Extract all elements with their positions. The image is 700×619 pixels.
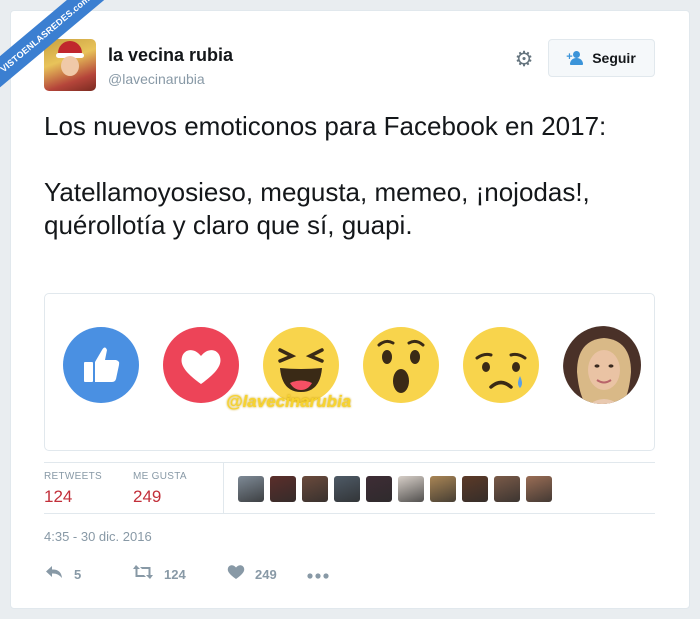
tweet-text-line-1: Los nuevos emoticonos para Facebook en 2…	[44, 111, 607, 141]
like-icon	[62, 326, 140, 404]
sad-icon	[462, 326, 540, 404]
retweet-count: 124	[164, 566, 186, 582]
wow-icon	[362, 326, 440, 404]
follow-button[interactable]: + Seguir	[548, 39, 655, 77]
tweet-actions: 5 124 249	[44, 564, 329, 584]
retweets-label: RETWEETS	[44, 471, 102, 482]
liker-avatar[interactable]	[366, 476, 392, 502]
tweet-text: Los nuevos emoticonos para Facebook en 2…	[44, 110, 664, 242]
tweet-stats: RETWEETS 124 ME GUSTA 249	[44, 462, 655, 514]
likes-stat[interactable]: ME GUSTA 249	[133, 471, 187, 507]
tweet-text-line-2: Yatellamoyosieso, megusta, memeo, ¡nojod…	[44, 177, 590, 240]
liker-avatar[interactable]	[430, 476, 456, 502]
liker-avatars	[238, 476, 552, 502]
gear-icon[interactable]: ⚙	[513, 49, 535, 71]
liker-avatar[interactable]	[526, 476, 552, 502]
tweet-timestamp[interactable]: 4:35 - 30 dic. 2016	[44, 529, 152, 544]
stats-divider	[223, 463, 224, 513]
add-user-icon: +	[566, 51, 585, 65]
tweet-media[interactable]: @lavecinarubia	[44, 293, 655, 451]
liker-avatar[interactable]	[398, 476, 424, 502]
likes-count: 249	[133, 487, 162, 506]
retweets-stat[interactable]: RETWEETS 124	[44, 471, 102, 507]
likes-label: ME GUSTA	[133, 471, 187, 482]
liker-avatar[interactable]	[334, 476, 360, 502]
liker-avatar[interactable]	[494, 476, 520, 502]
liker-avatar[interactable]	[462, 476, 488, 502]
author-avatar[interactable]	[44, 39, 96, 91]
santa-hat	[56, 41, 84, 58]
avatar-face	[61, 56, 79, 76]
liker-avatar[interactable]	[270, 476, 296, 502]
like-action[interactable]: 249	[227, 564, 307, 585]
like-count: 249	[255, 566, 277, 582]
author-handle[interactable]: @lavecinarubia	[108, 71, 205, 87]
more-action[interactable]	[307, 564, 329, 584]
author-display-name[interactable]: la vecina rubia	[108, 45, 233, 66]
liker-avatar[interactable]	[302, 476, 328, 502]
photo-face	[563, 326, 641, 404]
reply-action[interactable]: 5	[44, 564, 132, 585]
reply-count: 5	[74, 566, 82, 582]
follow-button-label: Seguir	[592, 50, 636, 66]
liker-avatar[interactable]	[238, 476, 264, 502]
more-icon	[307, 564, 329, 584]
image-watermark: @lavecinarubia	[226, 392, 352, 411]
retweet-action[interactable]: 124	[132, 564, 227, 585]
heart-icon	[227, 564, 245, 585]
retweet-icon	[132, 564, 154, 585]
reply-icon	[44, 564, 64, 585]
retweets-count: 124	[44, 487, 73, 506]
